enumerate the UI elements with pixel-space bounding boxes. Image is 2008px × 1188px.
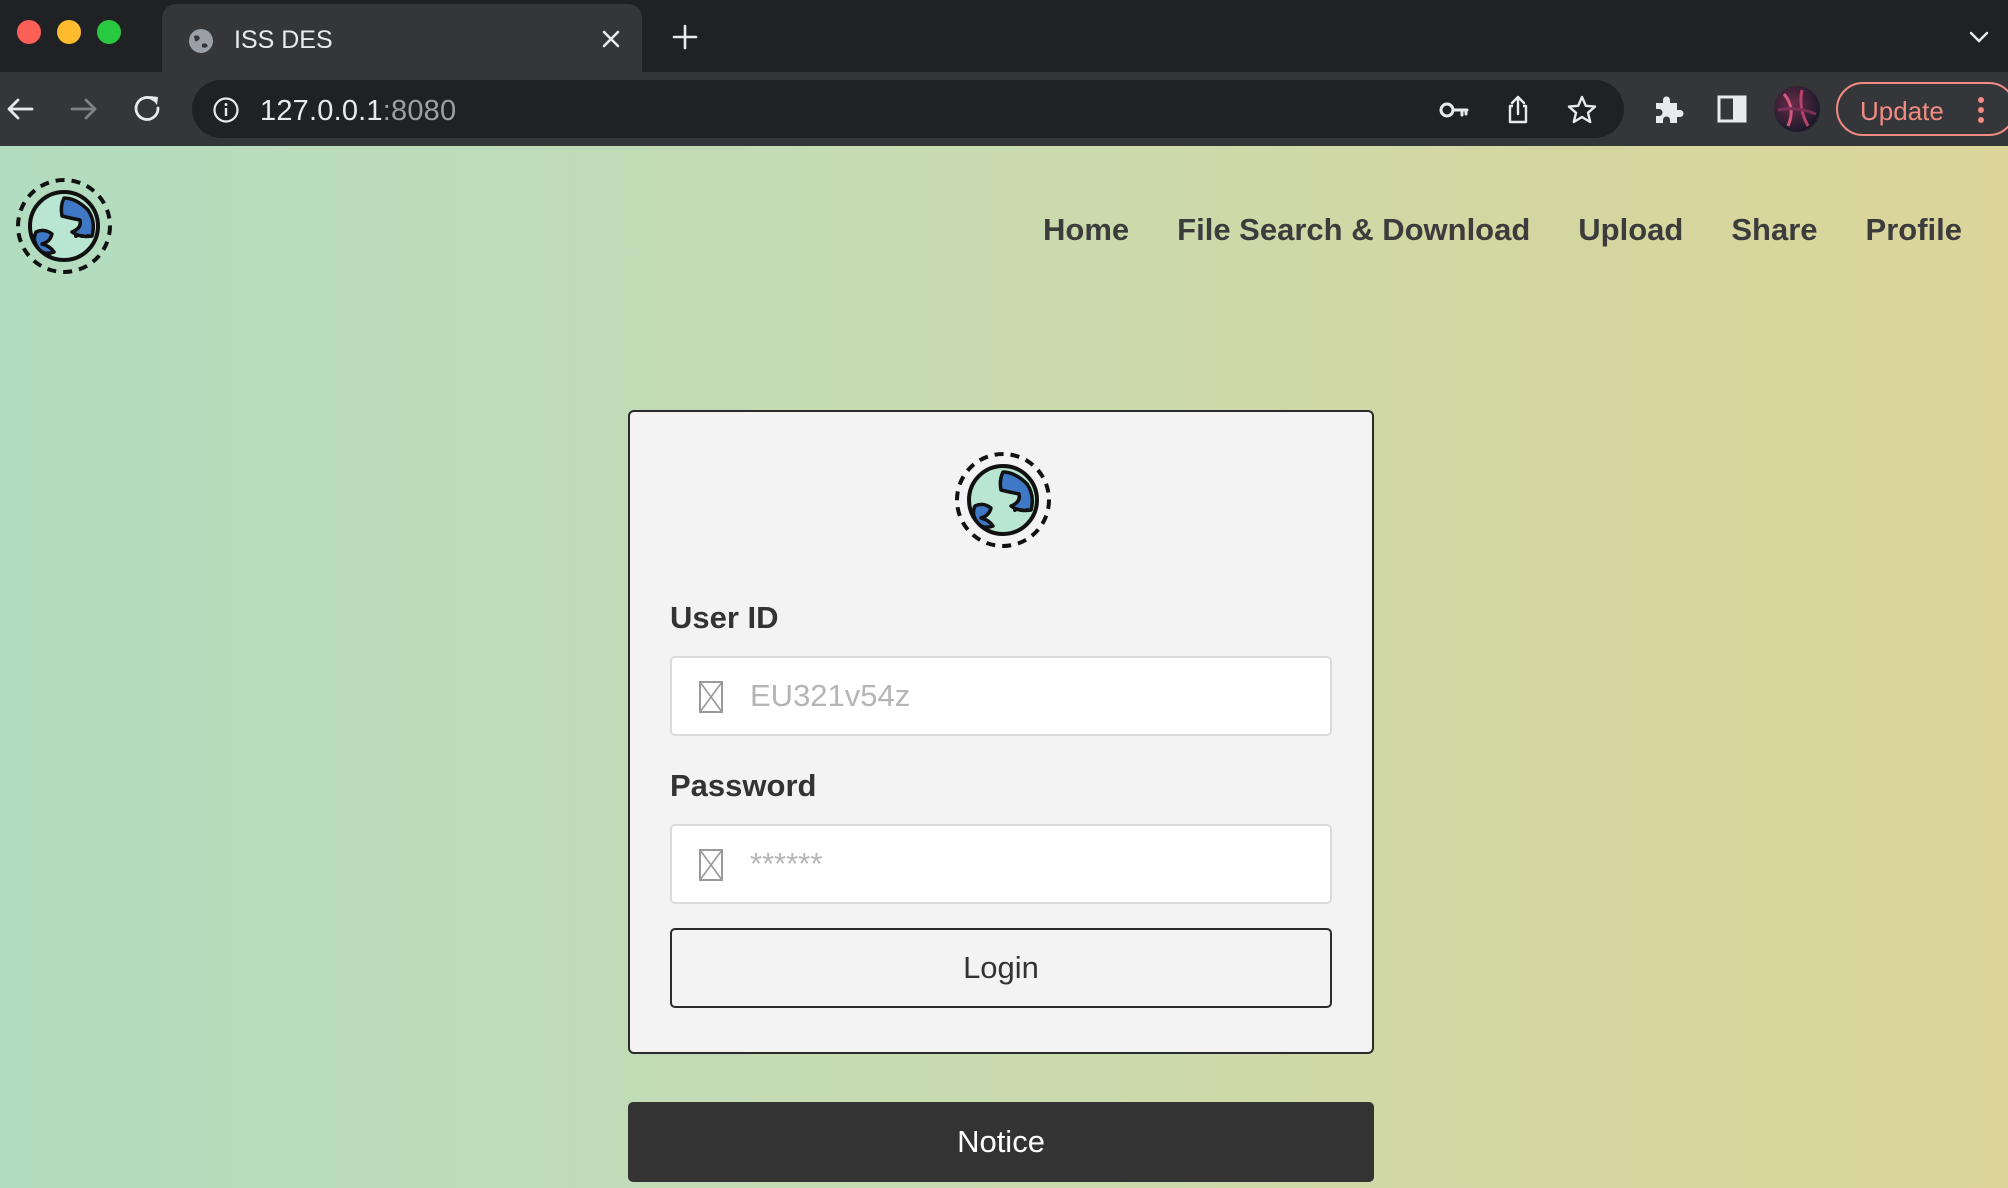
star-icon[interactable] bbox=[1566, 94, 1598, 126]
update-button[interactable]: Update bbox=[1836, 82, 2008, 136]
side-panel-icon[interactable] bbox=[1714, 91, 1750, 127]
close-icon[interactable] bbox=[596, 24, 626, 54]
password-label: Password bbox=[670, 768, 817, 803]
page-content: Home File Search & Download Upload Share… bbox=[0, 146, 2008, 1188]
minimize-window-button[interactable] bbox=[57, 20, 81, 44]
avatar-image bbox=[1777, 89, 1817, 127]
address-bar[interactable]: 127.0.0.1:8080 bbox=[192, 80, 1624, 138]
password-input[interactable] bbox=[750, 840, 1310, 888]
profile-avatar[interactable] bbox=[1774, 86, 1820, 132]
globe-logo-icon[interactable] bbox=[14, 176, 114, 276]
site-nav: Home File Search & Download Upload Share… bbox=[1043, 212, 1962, 248]
share-icon[interactable] bbox=[1502, 94, 1534, 126]
key-icon[interactable] bbox=[1438, 94, 1470, 126]
update-label: Update bbox=[1860, 96, 1944, 126]
browser-toolbar: 127.0.0.1:8080 Update bbox=[0, 72, 2008, 146]
chevron-down-icon[interactable] bbox=[1966, 24, 1992, 50]
reload-icon[interactable] bbox=[130, 91, 166, 127]
broken-image-icon bbox=[699, 681, 723, 713]
browser-tab[interactable]: ISS DES bbox=[162, 4, 642, 72]
back-icon[interactable] bbox=[2, 91, 38, 127]
close-window-button[interactable] bbox=[17, 20, 41, 44]
password-field-wrapper[interactable] bbox=[670, 824, 1332, 904]
url-text[interactable]: 127.0.0.1:8080 bbox=[260, 95, 456, 128]
maximize-window-button[interactable] bbox=[97, 20, 121, 44]
user-id-field-wrapper[interactable] bbox=[670, 656, 1332, 736]
extensions-icon[interactable] bbox=[1650, 91, 1686, 127]
nav-profile[interactable]: Profile bbox=[1866, 212, 1962, 248]
more-vertical-icon[interactable] bbox=[1976, 96, 1986, 124]
login-card: User ID Password Login bbox=[628, 410, 1374, 1054]
globe-logo-icon bbox=[955, 452, 1051, 548]
new-tab-icon[interactable] bbox=[668, 20, 702, 54]
tab-bar: ISS DES bbox=[0, 0, 2008, 72]
login-button[interactable]: Login bbox=[670, 928, 1332, 1008]
forward-icon[interactable] bbox=[66, 91, 102, 127]
nav-share[interactable]: Share bbox=[1731, 212, 1817, 248]
info-icon[interactable] bbox=[212, 96, 240, 124]
nav-home[interactable]: Home bbox=[1043, 212, 1129, 248]
nav-upload[interactable]: Upload bbox=[1578, 212, 1683, 248]
url-port: :8080 bbox=[382, 95, 457, 127]
nav-file-search-download[interactable]: File Search & Download bbox=[1177, 212, 1530, 248]
globe-icon bbox=[189, 29, 213, 53]
tab-title: ISS DES bbox=[234, 26, 333, 54]
notice-button[interactable]: Notice bbox=[628, 1102, 1374, 1182]
user-id-label: User ID bbox=[670, 600, 779, 635]
broken-image-icon bbox=[699, 849, 723, 881]
user-id-input[interactable] bbox=[750, 672, 1310, 720]
url-host: 127.0.0.1 bbox=[260, 95, 383, 127]
